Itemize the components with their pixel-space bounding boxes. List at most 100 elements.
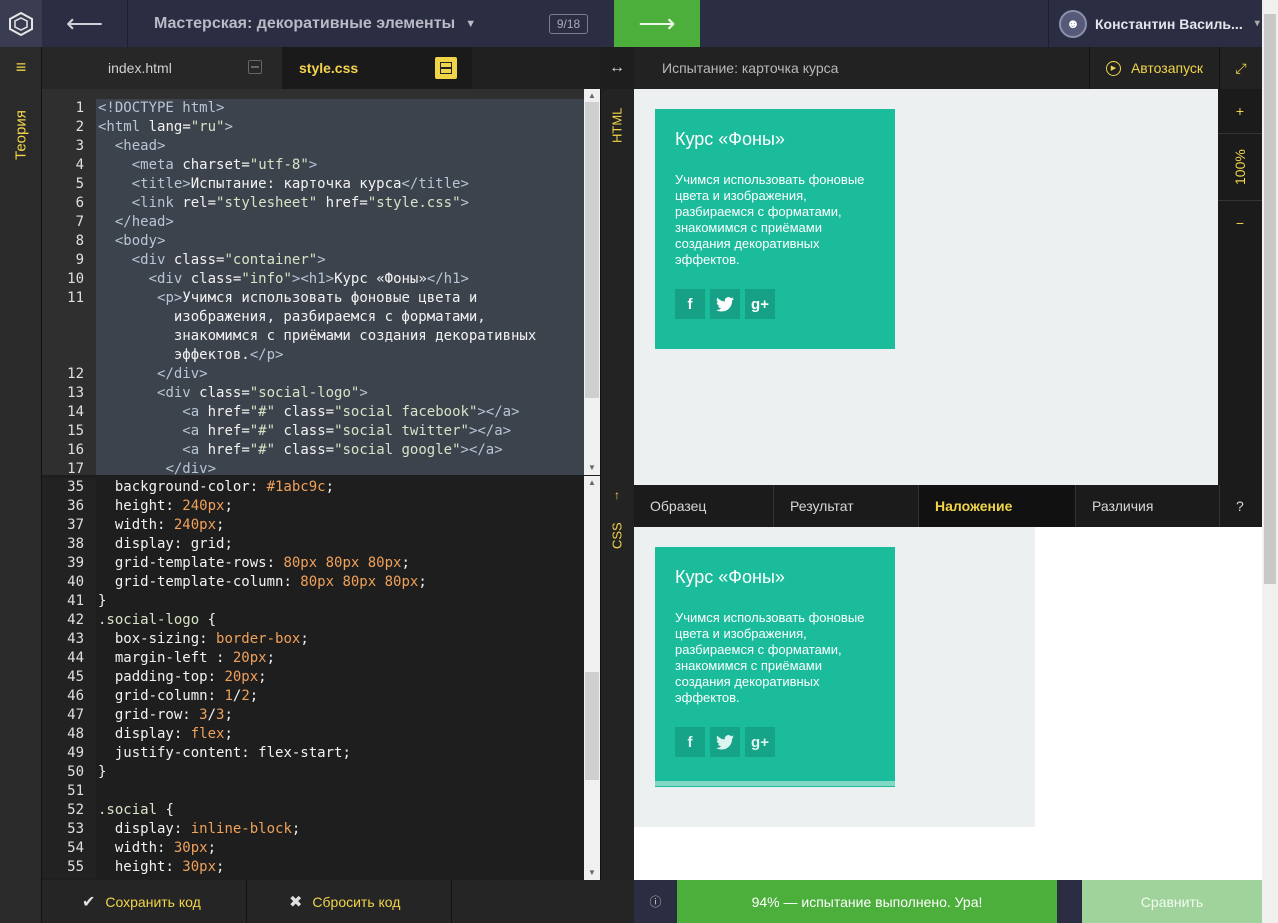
line-number: 40	[67, 574, 84, 590]
zoom-value: 100%	[1218, 133, 1262, 201]
social-logo: f g+	[675, 727, 775, 757]
course-card: Курс «Фоны» Учимся использовать фоновые …	[655, 109, 895, 349]
line-number: 14	[67, 404, 84, 420]
line-number: 42	[67, 612, 84, 628]
line-number: 5	[75, 176, 84, 192]
html-label[interactable]: HTML	[600, 100, 634, 150]
scroll-up-icon[interactable]: ▲	[584, 476, 600, 488]
google-plus-icon: g+	[745, 727, 775, 757]
expand-icon[interactable]: ⤢	[1219, 47, 1262, 89]
save-button[interactable]: ✔ Сохранить код	[42, 880, 247, 923]
tab-label: index.html	[108, 60, 172, 76]
card-text: Учимся использовать фоновые цвета и изоб…	[675, 172, 865, 267]
line-number: 55	[67, 859, 84, 875]
status-message: 94% — испытание выполнено. Ура!	[677, 880, 1057, 923]
collapse-icon[interactable]	[435, 57, 457, 79]
line-number: 16	[67, 442, 84, 458]
card-text: Учимся использовать фоновые цвета и изоб…	[675, 610, 865, 705]
mode-result[interactable]: Результат	[774, 485, 919, 527]
left-rail	[0, 47, 42, 923]
reset-button[interactable]: ✖ Сбросить код	[247, 880, 452, 923]
arrow-right-icon: ⟶	[638, 8, 676, 38]
line-number: 3	[75, 138, 84, 154]
tab-style-css[interactable]: style.css	[282, 47, 472, 89]
css-code[interactable]: background-color: #1abc9c; height: 240px…	[98, 478, 584, 878]
scroll-down-icon[interactable]: ▼	[584, 866, 600, 878]
course-title: Мастерская: декоративные элементы	[154, 14, 456, 32]
line-number: 49	[67, 745, 84, 761]
line-number: 38	[67, 536, 84, 552]
line-number: 7	[75, 214, 84, 230]
line-number: 51	[67, 783, 84, 799]
status-gap	[1057, 880, 1082, 923]
compare-button[interactable]: Сравнить	[1082, 880, 1262, 923]
play-icon: ▶	[1105, 60, 1121, 76]
line-number: 13	[67, 385, 84, 401]
line-numbers: 1 2 3 4 5 6 7 8 9 10 11 12 13 14 15 16 17	[42, 99, 96, 477]
chevron-down-icon: ▾	[1254, 18, 1260, 29]
info-icon[interactable]: ⓘ	[634, 880, 677, 923]
next-button[interactable]: ⟶	[614, 0, 700, 47]
theory-tab[interactable]: Теория	[4, 100, 38, 170]
zoom-out-button[interactable]: −	[1218, 201, 1262, 245]
line-number: 43	[67, 631, 84, 647]
save-label: Сохранить код	[105, 893, 201, 910]
line-number: 1	[75, 100, 84, 116]
line-number: 41	[67, 593, 84, 609]
html-code[interactable]: <!DOCTYPE html> <html lang="ru"> <head> …	[98, 99, 584, 475]
preview-title: Испытание: карточка курса	[662, 60, 839, 76]
line-number	[42, 346, 84, 365]
check-icon: ✔	[82, 893, 96, 911]
tab-label: style.css	[299, 60, 359, 76]
scroll-down-icon[interactable]: ▼	[584, 461, 600, 473]
line-numbers: 35 36 37 38 39 40 41 42 43 44 45 46 47 48 49 50 51 52 53 54…	[42, 478, 96, 878]
editor-labels	[600, 89, 634, 880]
reset-label: Сбросить код	[312, 893, 401, 910]
card-heading: Курс «Фоны»	[675, 567, 785, 587]
google-plus-icon[interactable]: g+	[745, 289, 775, 319]
scroll-up-icon[interactable]: ▲	[584, 89, 600, 101]
course-card-overlay: Курс «Фоны» Учимся использовать фоновые …	[655, 547, 895, 787]
facebook-icon[interactable]: f	[675, 289, 705, 319]
line-number: 47	[67, 707, 84, 723]
twitter-icon[interactable]	[710, 289, 740, 319]
tab-index-html[interactable]: index.html	[42, 47, 282, 89]
html-scrollbar-thumb[interactable]	[585, 102, 599, 398]
line-number: 2	[75, 119, 84, 135]
logo[interactable]	[0, 0, 42, 47]
zoom-in-button[interactable]: +	[1218, 89, 1262, 133]
help-button[interactable]: ?	[1220, 485, 1262, 527]
line-number: 37	[67, 517, 84, 533]
resize-handle-icon[interactable]: ↔	[600, 47, 634, 89]
chevron-down-icon: ▼	[465, 17, 477, 30]
line-number: 39	[67, 555, 84, 571]
mode-diff[interactable]: Различия	[1076, 485, 1220, 527]
line-number	[42, 327, 84, 346]
line-number: 15	[67, 423, 84, 439]
arrow-up-icon[interactable]: ↑	[600, 488, 634, 502]
line-number: 11	[67, 290, 84, 306]
autorun-button[interactable]: ▶ Автозапуск	[1089, 47, 1219, 89]
line-number: 50	[67, 764, 84, 780]
css-scrollbar-thumb[interactable]	[585, 672, 599, 780]
line-number: 35	[67, 479, 84, 495]
line-number: 8	[75, 233, 84, 249]
menu-icon[interactable]: ≡	[0, 47, 42, 87]
autorun-label: Автозапуск	[1130, 60, 1204, 76]
user-menu[interactable]: ☻ Константин Василь... ▾	[1048, 0, 1262, 47]
page-scrollbar-thumb[interactable]	[1264, 14, 1276, 584]
line-number: 53	[67, 821, 84, 837]
avatar: ☻	[1059, 9, 1087, 38]
line-number: 54	[67, 840, 84, 856]
course-selector[interactable]: Мастерская: декоративные элементы ▼	[128, 0, 614, 47]
line-number: 46	[67, 688, 84, 704]
logo-icon	[9, 11, 33, 36]
back-button[interactable]: ⟵	[42, 0, 128, 47]
overlay-diff-strip	[655, 781, 895, 786]
css-label[interactable]: CSS	[600, 516, 634, 556]
line-number: 9	[75, 252, 84, 268]
mode-overlay[interactable]: Наложение	[919, 485, 1076, 527]
collapse-icon[interactable]	[248, 60, 262, 74]
close-icon: ✖	[289, 893, 303, 911]
mode-sample[interactable]: Образец	[634, 485, 774, 527]
